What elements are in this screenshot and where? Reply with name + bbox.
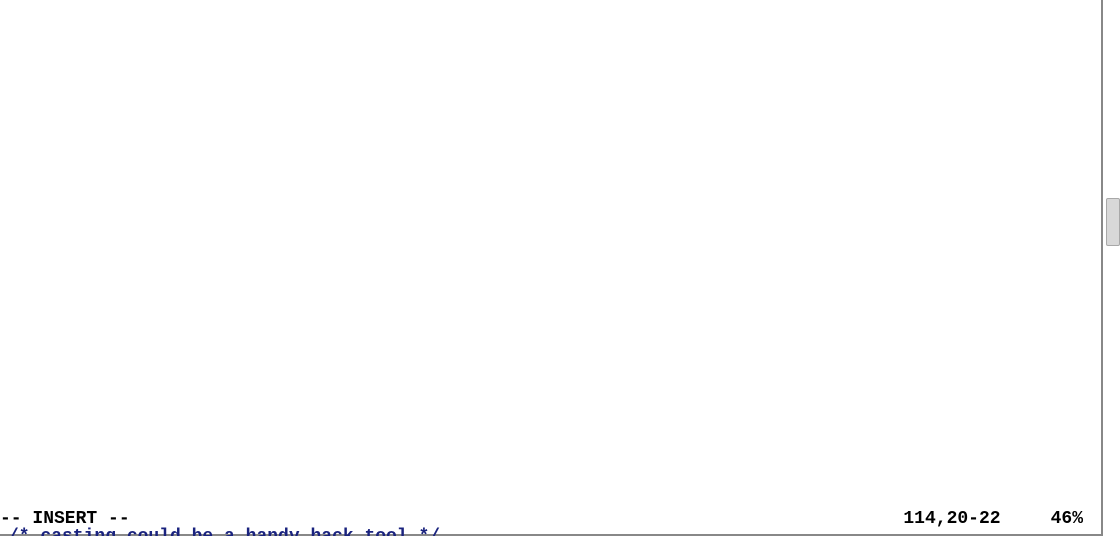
editor-frame: /* casting could be a handy hack tool */…	[0, 0, 1103, 536]
scroll-percent: 46%	[1051, 509, 1093, 529]
code-editor[interactable]: /* casting could be a handy hack tool */…	[0, 0, 1101, 506]
vim-status-bar: -- INSERT -- 114,20-22 46%	[0, 506, 1101, 534]
cursor-position: 114,20-22	[903, 509, 1050, 529]
scrollbar-thumb[interactable]	[1106, 198, 1120, 246]
vim-mode-indicator: -- INSERT --	[0, 509, 130, 529]
